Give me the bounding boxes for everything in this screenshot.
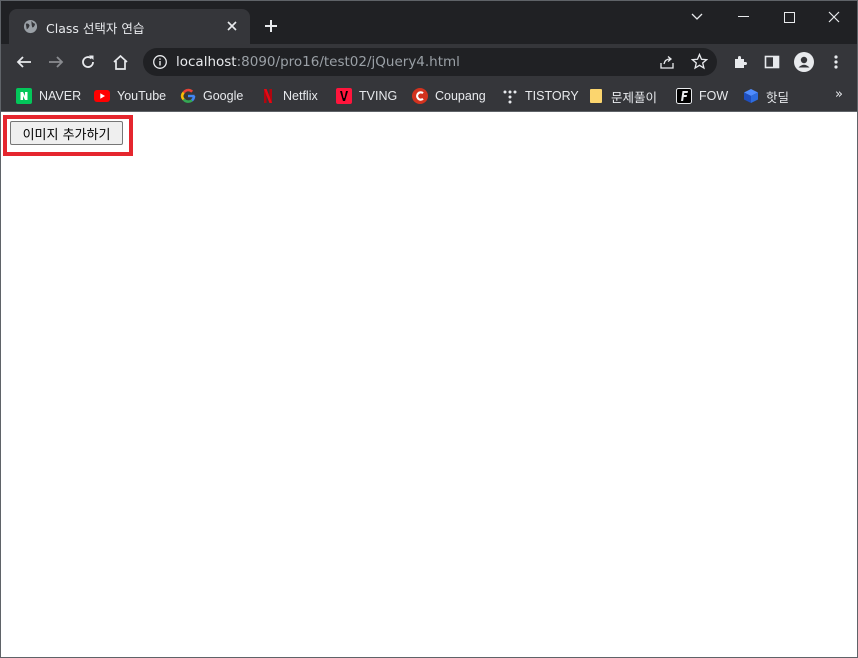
avatar-icon <box>794 52 814 72</box>
bookmarks-bar: NAVER YouTube Google Netflix TVING Coupa… <box>1 80 857 112</box>
extensions-button[interactable] <box>728 50 752 74</box>
bookmark-label: TISTORY <box>525 89 579 103</box>
maximize-button[interactable] <box>766 1 812 33</box>
reload-button[interactable] <box>76 50 100 74</box>
bookmark-label: Netflix <box>283 89 318 103</box>
tab-active[interactable]: Class 선택자 연습 <box>9 9 250 44</box>
tistory-icon <box>502 88 518 104</box>
address-bar[interactable]: localhost:8090/pro16/test02/jQuery4.html <box>143 48 717 76</box>
minimize-button[interactable] <box>720 1 766 33</box>
bookmark-naver[interactable]: NAVER <box>16 86 81 106</box>
bookmark-folder[interactable]: 문제풀이 <box>588 86 657 106</box>
globe-icon <box>23 19 38 34</box>
maximize-icon <box>783 11 795 23</box>
bookmark-label: TVING <box>359 89 398 103</box>
bookmark-coupang[interactable]: Coupang <box>412 86 486 106</box>
side-panel-icon <box>764 55 780 69</box>
reload-icon <box>82 55 94 68</box>
arrow-left-icon <box>16 56 31 68</box>
star-icon[interactable] <box>691 53 708 70</box>
tab-strip: Class 선택자 연습 <box>1 1 857 44</box>
fow-icon <box>676 88 692 104</box>
naver-icon <box>16 88 32 104</box>
bookmark-tving[interactable]: TVING <box>336 86 397 106</box>
info-icon[interactable] <box>152 54 168 70</box>
toolbar: localhost:8090/pro16/test02/jQuery4.html <box>1 44 857 80</box>
url-text[interactable]: localhost:8090/pro16/test02/jQuery4.html <box>176 54 460 70</box>
tab-search-button[interactable] <box>674 1 720 33</box>
tving-icon <box>336 88 352 104</box>
chevron-down-icon <box>691 13 703 20</box>
menu-button[interactable] <box>824 50 848 74</box>
url-host: localhost <box>176 54 237 70</box>
bookmark-netflix[interactable]: Netflix <box>260 86 318 106</box>
share-icon[interactable] <box>659 54 675 70</box>
close-tab-icon[interactable] <box>224 18 240 34</box>
youtube-icon <box>94 88 110 104</box>
coupang-icon <box>412 88 428 104</box>
netflix-icon <box>260 88 276 104</box>
side-panel-button[interactable] <box>760 50 784 74</box>
home-icon <box>112 54 128 70</box>
bookmark-youtube[interactable]: YouTube <box>94 86 166 106</box>
tab-title: Class 선택자 연습 <box>46 21 145 36</box>
profile-button[interactable] <box>792 50 816 74</box>
bookmark-label: FOW <box>699 89 729 103</box>
forward-button[interactable] <box>44 50 68 74</box>
new-tab-icon[interactable] <box>263 18 279 34</box>
bookmark-label: 문제풀이 <box>611 90 658 105</box>
bookmarks-overflow-button[interactable]: » <box>835 87 843 102</box>
bookmark-label: 핫딜 <box>766 90 790 105</box>
bookmark-hotdeal[interactable]: 핫딜 <box>743 86 789 106</box>
back-button[interactable] <box>12 50 36 74</box>
add-image-button[interactable]: 이미지 추가하기 <box>10 121 123 145</box>
hotdeal-icon <box>743 88 759 104</box>
minimize-icon <box>737 16 749 17</box>
arrow-right-icon <box>49 56 64 68</box>
bookmark-label: Coupang <box>435 89 486 103</box>
bookmark-label: YouTube <box>117 89 167 103</box>
bookmark-tistory[interactable]: TISTORY <box>502 86 579 106</box>
home-button[interactable] <box>108 50 132 74</box>
browser-window: Class 선택자 연습 localhost:8090/pro16/test02… <box>0 0 858 658</box>
url-path: :8090/pro16/test02/jQuery4.html <box>236 54 460 70</box>
bookmark-label: NAVER <box>39 89 82 103</box>
kebab-menu-icon <box>834 55 838 69</box>
bookmark-google[interactable]: Google <box>180 86 243 106</box>
close-window-button[interactable] <box>811 1 857 33</box>
folder-icon <box>588 88 604 104</box>
bookmark-label: Google <box>203 89 244 103</box>
close-icon <box>828 11 840 23</box>
google-icon <box>180 88 196 104</box>
puzzle-icon <box>735 56 747 68</box>
page-content: 이미지 추가하기 <box>1 113 857 657</box>
bookmark-fow[interactable]: FOW <box>676 86 728 106</box>
